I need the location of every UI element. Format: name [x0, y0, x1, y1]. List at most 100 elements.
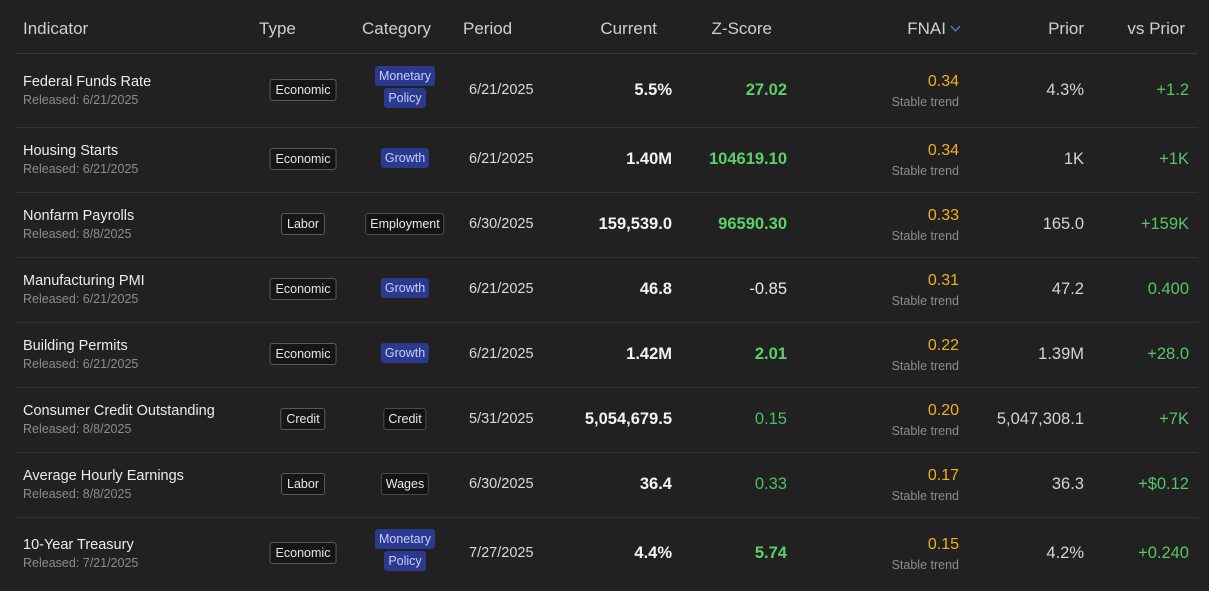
category-label: Policy: [384, 87, 426, 108]
column-header-fnai[interactable]: FNAI: [907, 19, 961, 39]
fnai-trend-note: Stable trend: [891, 293, 959, 308]
table-row[interactable]: Consumer Credit Outstanding Released: 8/8…: [16, 387, 1198, 453]
category-label: Growth: [380, 277, 430, 298]
column-header-period[interactable]: Period: [463, 19, 512, 39]
type-badge: Credit: [280, 407, 326, 430]
current-value: 46.8: [639, 279, 672, 298]
released-date: Released: 8/8/2025: [23, 226, 132, 241]
period-value: 6/21/2025: [469, 345, 534, 362]
indicator-name[interactable]: 10-Year Treasury: [23, 537, 134, 553]
column-header-indicator[interactable]: Indicator: [23, 19, 88, 39]
period-value: 6/30/2025: [469, 475, 534, 492]
zscore-value: 5.74: [754, 544, 787, 562]
zscore-value: -0.85: [749, 279, 787, 298]
released-date: Released: 6/21/2025: [23, 356, 139, 371]
chevron-down-icon: [950, 21, 961, 32]
type-badge: Labor: [281, 212, 325, 235]
category-badge: Growth: [380, 277, 430, 300]
fnai-value: 0.34: [927, 72, 959, 90]
fnai-trend-note: Stable trend: [891, 94, 959, 109]
fnai-trend-note: Stable trend: [891, 358, 959, 373]
vs-prior-value: +1K: [1159, 149, 1189, 168]
category-label: Growth: [380, 342, 430, 363]
prior-value: 4.2%: [1046, 544, 1084, 562]
type-badge: Economic: [269, 78, 337, 101]
category-badge: Monetary Policy: [374, 529, 436, 573]
current-value: 1.42M: [626, 344, 672, 363]
table-row[interactable]: Average Hourly Earnings Released: 8/8/202…: [16, 452, 1198, 518]
zscore-value: 96590.30: [718, 214, 787, 233]
indicator-name[interactable]: Housing Starts: [23, 143, 118, 159]
indicator-name[interactable]: Federal Funds Rate: [23, 74, 151, 90]
category-label: Growth: [380, 147, 430, 168]
indicator-name[interactable]: Nonfarm Payrolls: [23, 208, 134, 224]
vs-prior-value: 0.400: [1147, 279, 1189, 298]
table-header: Indicator Type Category Period Current Z…: [16, 0, 1198, 54]
current-value: 1.40M: [626, 149, 672, 168]
column-header-category[interactable]: Category: [362, 19, 431, 39]
type-badge: Economic: [269, 542, 337, 564]
vs-prior-value: +$0.12: [1138, 474, 1189, 493]
category-badge: Growth: [380, 342, 430, 365]
fnai-value: 0.15: [927, 536, 959, 553]
type-badge: Economic: [269, 342, 337, 365]
type-badge: Economic: [269, 277, 337, 300]
period-value: 7/27/2025: [469, 545, 534, 561]
released-date: Released: 6/21/2025: [23, 161, 139, 176]
current-value: 4.4%: [634, 544, 672, 562]
period-value: 5/31/2025: [469, 410, 534, 427]
fnai-trend-note: Stable trend: [891, 228, 959, 243]
category-badge: Employment: [365, 212, 445, 237]
table-row[interactable]: Housing Starts Released: 6/21/2025 Economi…: [16, 127, 1198, 193]
prior-value: 1K: [1063, 149, 1084, 168]
category-label: Policy: [384, 551, 426, 571]
vs-prior-value: +159K: [1140, 214, 1189, 233]
prior-value: 1.39M: [1038, 344, 1084, 363]
fnai-value: 0.33: [927, 206, 959, 224]
fnai-value: 0.20: [927, 401, 959, 419]
table-row[interactable]: Nonfarm Payrolls Released: 8/8/2025 Labor E…: [16, 192, 1198, 258]
table-row[interactable]: Manufacturing PMI Released: 6/21/2025 Econ…: [16, 257, 1198, 323]
table-row[interactable]: Federal Funds Rate Released: 6/21/2025 Eco…: [16, 54, 1198, 128]
zscore-value: 0.15: [754, 409, 787, 428]
prior-value: 5,047,308.1: [996, 409, 1084, 428]
zscore-value: 27.02: [745, 80, 787, 99]
zscore-value: 2.01: [754, 344, 787, 363]
released-date: Released: 6/21/2025: [23, 291, 139, 306]
current-value: 159,539.0: [598, 214, 672, 233]
indicator-name[interactable]: Building Permits: [23, 338, 128, 354]
prior-value: 4.3%: [1046, 80, 1084, 99]
prior-value: 36.3: [1051, 474, 1084, 493]
fnai-trend-note: Stable trend: [891, 488, 959, 503]
fnai-trend-note: Stable trend: [891, 163, 959, 178]
indicators-table: Indicator Type Category Period Current Z…: [0, 0, 1209, 591]
category-badge: Growth: [380, 147, 430, 170]
column-header-zscore[interactable]: Z-Score: [712, 19, 772, 39]
indicator-name[interactable]: Consumer Credit Outstanding: [23, 403, 215, 419]
zscore-value: 0.33: [754, 474, 787, 493]
column-header-fnai-label: FNAI: [907, 19, 946, 38]
indicator-name[interactable]: Manufacturing PMI: [23, 273, 145, 289]
vs-prior-value: +1.2: [1156, 80, 1189, 99]
category-label: Employment: [365, 212, 445, 235]
column-header-current[interactable]: Current: [600, 19, 657, 39]
fnai-value: 0.34: [927, 141, 959, 159]
column-header-type[interactable]: Type: [259, 19, 296, 39]
period-value: 6/21/2025: [469, 150, 534, 167]
released-date: Released: 6/21/2025: [23, 92, 139, 107]
current-value: 5.5%: [634, 80, 672, 99]
fnai-value: 0.31: [927, 271, 959, 289]
prior-value: 165.0: [1042, 214, 1084, 233]
category-label: Wages: [380, 472, 430, 495]
vs-prior-value: +7K: [1159, 409, 1189, 428]
column-header-vs-prior[interactable]: vs Prior: [1127, 19, 1185, 39]
type-badge: Economic: [269, 147, 337, 170]
indicator-name[interactable]: Average Hourly Earnings: [23, 468, 184, 484]
fnai-trend-note: Stable trend: [891, 558, 959, 572]
zscore-value: 104619.10: [709, 149, 787, 168]
type-badge: Labor: [281, 472, 325, 495]
table-row[interactable]: Building Permits Released: 6/21/2025 Econo…: [16, 322, 1198, 388]
prior-value: 47.2: [1051, 279, 1084, 298]
table-row[interactable]: 10-Year Treasury Released: 7/21/2025 Econo…: [16, 517, 1198, 591]
column-header-prior[interactable]: Prior: [1048, 19, 1084, 39]
